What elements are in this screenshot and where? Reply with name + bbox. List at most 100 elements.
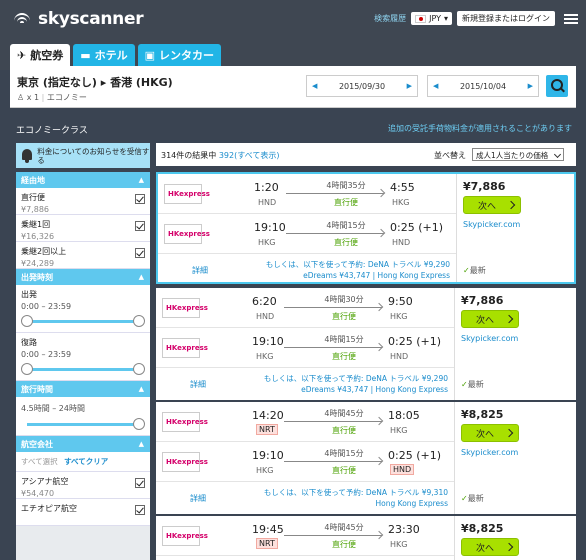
flight-duration: 4時間45分: [324, 523, 364, 532]
show-all-link[interactable]: 392(すべて表示): [219, 151, 280, 160]
next-date-arrow-icon[interactable]: ▶: [528, 82, 533, 90]
alt-booking-line[interactable]: もしくは、以下を使って予約: DeNA トラベル ¥9,310: [264, 487, 448, 498]
arrive-airport: HKG: [392, 198, 410, 207]
stops-type: 直行便: [332, 312, 356, 321]
result-card[interactable]: HKexpress 14:20 NRT 4時間45分 直行便 18:05 HKG…: [156, 402, 576, 514]
stops-option-two-plus[interactable]: 乗継2回以上 ¥24,289: [16, 242, 150, 269]
return-time-slider[interactable]: [21, 362, 145, 376]
select-all-link[interactable]: すべて選択: [21, 457, 58, 466]
search-history-link[interactable]: 検索履歴: [374, 13, 406, 24]
select-button[interactable]: 次へ: [461, 310, 519, 328]
route-arrow-icon: [284, 535, 382, 536]
airline-option-ethiopian[interactable]: エチオピア航空: [16, 499, 150, 526]
booking-site-link[interactable]: Skypicker.com: [461, 448, 518, 457]
times-filter-header[interactable]: 出発時刻 ▲: [16, 269, 150, 285]
currency-label: JPY: [429, 14, 441, 23]
stops-option-direct[interactable]: 直行便 ¥7,886: [16, 188, 150, 215]
stops-type: 直行便: [332, 426, 356, 435]
result-card[interactable]: HKexpress 1:20 HND 4時間35分 直行便 4:55 HKG H…: [156, 172, 576, 284]
stops-option-one[interactable]: 乗継1回 ¥16,326: [16, 215, 150, 242]
return-date-value: 2015/10/04: [459, 81, 507, 91]
sort-select[interactable]: 成人1人当たりの価格: [472, 148, 564, 161]
stops-option-price: ¥24,289: [21, 259, 55, 268]
arrive-airport-highlighted: HND: [390, 464, 415, 475]
card-footer: 詳細 もしくは、以下を使って予約: DeNA トラベル ¥9,290 eDrea…: [158, 256, 456, 284]
latest-price-badge: ✓最新: [461, 493, 484, 504]
slider-handle-max[interactable]: [133, 418, 145, 430]
passenger-summary[interactable]: ♙ x 1 | エコノミー: [17, 92, 87, 103]
result-card[interactable]: HKexpress 19:45 NRT 4時間45分 直行便 23:30 HKG…: [156, 516, 576, 560]
stops-filter-header[interactable]: 経由地 ▲: [16, 172, 150, 188]
outbound-time-slider[interactable]: [21, 314, 145, 328]
tab-flights[interactable]: ✈ 航空券: [10, 44, 71, 66]
route-summary[interactable]: 東京 (指定なし) ▸ 香港 (HKG): [17, 74, 173, 90]
latest-label: 最新: [467, 494, 484, 503]
checkbox[interactable]: [135, 505, 145, 515]
airlines-filter-header[interactable]: 航空会社 ▲: [16, 436, 150, 452]
checkbox[interactable]: [135, 221, 145, 231]
booking-site-link[interactable]: Skypicker.com: [461, 334, 518, 343]
price-alert-label: 料金についてのお知らせを受信する: [37, 146, 150, 165]
booking-site-link[interactable]: Skypicker.com: [463, 220, 520, 229]
arrive-airport: HKG: [390, 312, 408, 321]
next-date-arrow-icon[interactable]: ▶: [407, 82, 412, 90]
prev-date-arrow-icon[interactable]: ◀: [312, 82, 317, 90]
details-link[interactable]: 詳細: [192, 265, 208, 276]
alt-booking-line[interactable]: もしくは、以下を使って予約: DeNA トラベル ¥9,290: [266, 259, 450, 270]
currency-selector[interactable]: JPY ▾: [411, 12, 452, 25]
select-button[interactable]: 次へ: [461, 538, 519, 556]
login-button[interactable]: 新規登録またはログイン: [457, 11, 555, 26]
stops-type: 直行便: [334, 198, 358, 207]
flight-duration: 4時間15分: [324, 335, 364, 344]
bell-icon: [20, 148, 33, 163]
times-filter-title: 出発時刻: [21, 272, 53, 282]
result-card[interactable]: HKexpress 6:20 HND 4時間30分 直行便 9:50 HKG H…: [156, 288, 576, 400]
prev-date-arrow-icon[interactable]: ◀: [433, 82, 438, 90]
slider-handle-max[interactable]: [133, 363, 145, 375]
checkbox[interactable]: [135, 248, 145, 258]
tab-hotels[interactable]: ▬ ホテル: [73, 44, 135, 66]
hk-express-logo: HKexpress: [164, 224, 210, 244]
baggage-fee-notice[interactable]: 追加の受託手荷物料金が適用されることがあります: [388, 123, 572, 134]
return-leg: HKexpress 19:10 HKG 4時間15分 直行便 0:25 (+1)…: [158, 214, 456, 254]
alt-booking-line[interactable]: もしくは、以下を使って予約: DeNA トラベル ¥9,290: [264, 373, 448, 384]
stops-type: 直行便: [332, 352, 356, 361]
price: ¥8,825: [461, 522, 504, 535]
alt-booking-sites: もしくは、以下を使って予約: DeNA トラベル ¥9,290 eDreams …: [266, 259, 450, 281]
results-strip: エコノミークラス 追加の受託手荷物料金が適用されることがあります: [10, 117, 576, 137]
checkbox[interactable]: [135, 478, 145, 488]
search-button[interactable]: [546, 75, 568, 97]
bed-icon: ▬: [80, 48, 91, 62]
tab-car-rental-label: レンタカー: [159, 49, 215, 62]
airline-option-asiana[interactable]: アシアナ航空 ¥54,470: [16, 472, 150, 499]
depart-date-field[interactable]: ◀ 2015/09/30 ▶: [306, 75, 418, 97]
duration-slider[interactable]: [21, 417, 145, 431]
chevron-up-icon: ▲: [138, 440, 144, 448]
airline-option-label: アシアナ航空: [21, 477, 69, 486]
stops-filter-title: 経由地: [21, 175, 45, 185]
depart-date-value: 2015/09/30: [338, 81, 386, 91]
tab-car-rental[interactable]: ▣ レンタカー: [137, 44, 222, 66]
clear-all-link[interactable]: すべてクリア: [64, 457, 108, 466]
hk-express-logo: HKexpress: [162, 338, 208, 358]
skyscanner-logo[interactable]: skyscanner: [12, 9, 144, 29]
arrive-airport: HKG: [390, 540, 408, 549]
details-link[interactable]: 詳細: [190, 493, 206, 504]
duration-filter-header[interactable]: 旅行時間 ▲: [16, 381, 150, 397]
hamburger-menu-icon[interactable]: [564, 13, 578, 24]
price-alert-button[interactable]: 料金についてのお知らせを受信する: [16, 143, 150, 172]
checkbox[interactable]: [135, 194, 145, 204]
select-button[interactable]: 次へ: [463, 196, 521, 214]
details-link[interactable]: 詳細: [190, 379, 206, 390]
alt-booking-line[interactable]: eDreams ¥43,747 | Hong Kong Express: [264, 384, 448, 395]
alt-booking-line[interactable]: Hong Kong Express: [264, 498, 448, 509]
card-footer: 詳細 もしくは、以下を使って予約: DeNA トラベル ¥9,310 Hong …: [156, 484, 454, 512]
return-date-field[interactable]: ◀ 2015/10/04 ▶: [427, 75, 539, 97]
hk-express-logo: HKexpress: [164, 184, 210, 204]
passenger-count: x 1: [26, 93, 40, 102]
slider-handle-max[interactable]: [133, 315, 145, 327]
slider-handle-min[interactable]: [21, 363, 33, 375]
alt-booking-line[interactable]: eDreams ¥43,747 | Hong Kong Express: [266, 270, 450, 281]
slider-handle-min[interactable]: [21, 315, 33, 327]
select-button[interactable]: 次へ: [461, 424, 519, 442]
